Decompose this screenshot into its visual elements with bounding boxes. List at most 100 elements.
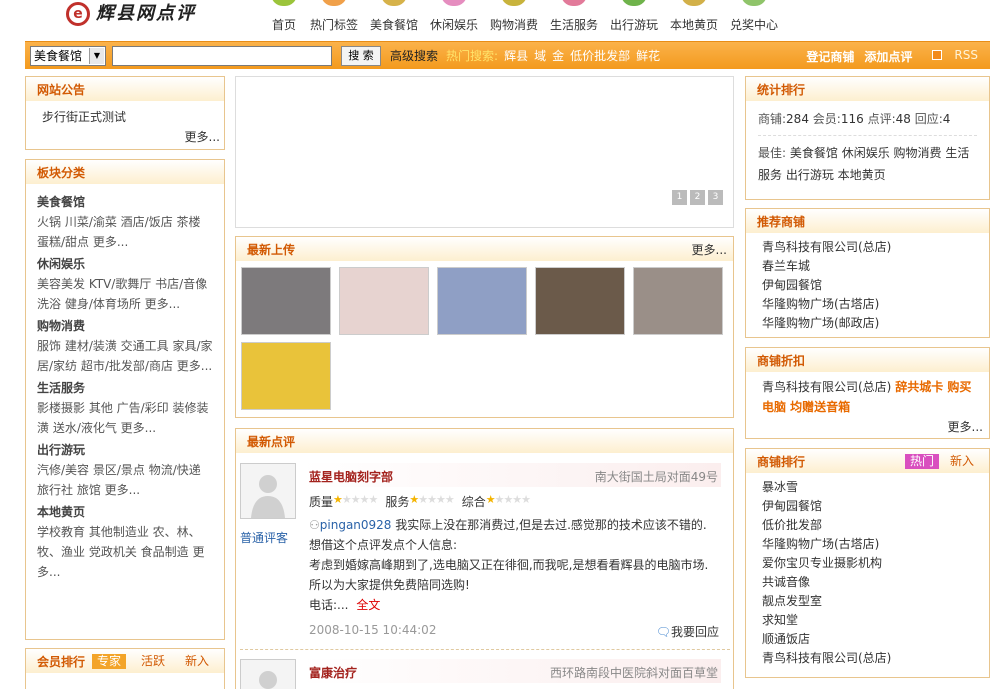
- hot-word-link[interactable]: 鲜花: [636, 49, 660, 63]
- nav-item-3[interactable]: 休闲娱乐: [424, 0, 484, 36]
- tab-new[interactable]: 新入: [180, 654, 214, 669]
- full-text-link[interactable]: 全文: [356, 598, 380, 612]
- nav-label: 生活服务: [549, 18, 599, 32]
- review-shop-link[interactable]: 蓝星电脑刻字部: [309, 468, 393, 485]
- notice-more-link[interactable]: 更多...: [42, 127, 220, 147]
- tab-hot[interactable]: 热门: [904, 454, 939, 469]
- ranked-shop-link[interactable]: 低价批发部: [762, 516, 973, 535]
- recommended-shop-link[interactable]: 春兰车城: [762, 257, 973, 276]
- ranked-shop-link[interactable]: 暴冰雪: [762, 478, 973, 497]
- nav-item-1[interactable]: 热门标签: [304, 0, 364, 36]
- nav-item-6[interactable]: 出行游玩: [604, 0, 664, 36]
- add-review-link[interactable]: 添加点评: [864, 48, 912, 65]
- category-links[interactable]: 服饰 建材/装潢 交通工具 家具/家居/家纺 超市/批发部/商店 更多...: [37, 336, 214, 376]
- search-button[interactable]: 搜 索: [341, 45, 381, 66]
- ranked-shop-link[interactable]: 共诚音像: [762, 573, 973, 592]
- review-user-link[interactable]: pingan0928: [320, 518, 392, 532]
- tab-active[interactable]: 活跃: [136, 654, 170, 669]
- category-select-value: 美食餐馆: [34, 49, 83, 63]
- service-stars: ★★★★★: [409, 493, 454, 506]
- search-input[interactable]: [112, 45, 332, 66]
- member-rank-tabs: 专家 活跃 新入: [82, 654, 214, 669]
- review-line-3: 考虑到婚嫁高峰期到了,选电脑又正在徘徊,而我呢,是想看看辉县的电脑市场.: [309, 558, 709, 572]
- ranked-shop-link[interactable]: 伊甸园餐馆: [762, 497, 973, 516]
- nav-item-2[interactable]: 美食餐馆: [364, 0, 424, 36]
- recommended-shop-link[interactable]: 华隆购物广场(古塔店): [762, 295, 973, 314]
- category-heading[interactable]: 本地黄页: [37, 502, 214, 522]
- slide-page-3[interactable]: 3: [708, 190, 723, 205]
- nav-item-7[interactable]: 本地黄页: [664, 0, 724, 36]
- recommended-panel: 推荐商铺 青鸟科技有限公司(总店) 春兰车城 伊甸园餐馆 华隆购物广场(古塔店) 华隆购…: [745, 208, 990, 338]
- recommended-shop-link[interactable]: 伊甸园餐馆: [762, 276, 973, 295]
- category-links[interactable]: 影楼摄影 其他 广告/彩印 装修装潢 送水/液化气 更多...: [37, 398, 214, 438]
- ranked-shop-link[interactable]: 靓点发型室: [762, 592, 973, 611]
- review-item: 富康治疗 西环路南段中医院斜对面百草堂: [236, 655, 733, 689]
- ranked-shop-link[interactable]: 爱你宝贝专业摄影机构: [762, 554, 973, 573]
- discount-more-link[interactable]: 更多...: [762, 417, 983, 437]
- ranked-shop-link[interactable]: 顺通饭店: [762, 630, 973, 649]
- nav-label: 本地黄页: [669, 18, 719, 32]
- tab-expert[interactable]: 专家: [91, 654, 126, 669]
- nav-item-8[interactable]: 兑奖中心: [724, 0, 784, 36]
- switch-panel-photo[interactable]: [535, 267, 625, 335]
- sign-numbers-photo[interactable]: [339, 267, 429, 335]
- stats-best: 最佳: 美食餐馆 休闲娱乐 购物消费 生活服务 出行游玩 本地黄页: [758, 142, 977, 186]
- shop-rank-tabs: 热门 新入: [895, 454, 979, 469]
- category-links[interactable]: 火锅 川菜/渝菜 酒店/饭店 茶楼 蛋糕/甜点 更多...: [37, 212, 214, 252]
- category-heading[interactable]: 休闲娱乐: [37, 254, 214, 274]
- ranked-shop-link[interactable]: 青鸟科技有限公司(总店): [762, 649, 973, 668]
- member-rank-panel: 会员排行 专家 活跃 新入: [25, 648, 225, 689]
- chevron-down-icon[interactable]: ▼: [89, 47, 104, 64]
- discount-title: 商铺折扣: [746, 348, 989, 372]
- nav-item-0[interactable]: 首页: [264, 0, 304, 36]
- reviewer-type: 普通评客: [240, 531, 289, 545]
- category-links[interactable]: 美容美发 KTV/歌舞厅 书店/音像 洗浴 健身/体育场所 更多...: [37, 274, 214, 314]
- category-heading[interactable]: 购物消费: [37, 316, 214, 336]
- hot-word-link[interactable]: 金: [552, 49, 564, 63]
- user-silhouette-icon: [259, 671, 277, 689]
- service-icon: [561, 0, 587, 6]
- slide-page-2[interactable]: 2: [690, 190, 705, 205]
- replies-count: 4: [942, 112, 951, 126]
- ranked-shop-link[interactable]: 求知堂: [762, 611, 973, 630]
- review-item: 普通评客 蓝星电脑刻字部 南大街国土局对面49号 质量 ★★★★★ 服务 ★★★…: [236, 455, 733, 645]
- hot-word-link[interactable]: 低价批发部: [570, 49, 630, 63]
- category-links[interactable]: 汽修/美容 景区/景点 物流/快递 旅行社 旅馆 更多...: [37, 460, 214, 500]
- category-select[interactable]: 美食餐馆 ▼: [30, 45, 106, 66]
- uploads-panel: 最新上传 更多...: [235, 236, 734, 418]
- recommended-shop-link[interactable]: 华隆购物广场(邮政店): [762, 314, 973, 333]
- ranked-shop-link[interactable]: 华隆购物广场(古塔店): [762, 535, 973, 554]
- uploads-more-link[interactable]: 更多...: [692, 237, 727, 263]
- stats-title: 统计排行: [746, 77, 989, 101]
- avatar[interactable]: [240, 659, 296, 689]
- site-logo[interactable]: e 辉县网点评: [66, 0, 206, 28]
- storefront-photo[interactable]: [241, 267, 331, 335]
- review-shop-link[interactable]: 富康治疗: [309, 664, 357, 681]
- category-heading[interactable]: 出行游玩: [37, 440, 214, 460]
- category-links[interactable]: 学校教育 其他制造业 农、林、牧、渔业 党政机关 食品制造 更多...: [37, 522, 214, 582]
- hot-word-link[interactable]: 辉县: [504, 49, 528, 63]
- reviews-count: 48: [895, 112, 911, 126]
- recommended-shop-link[interactable]: 青鸟科技有限公司(总店): [762, 238, 973, 257]
- nav-item-4[interactable]: 购物消费: [484, 0, 544, 36]
- reply-link[interactable]: 🗨我要回应: [656, 623, 719, 640]
- flyer-photo[interactable]: [241, 342, 331, 410]
- logo-sign-photo[interactable]: [437, 267, 527, 335]
- register-shop-link[interactable]: 登记商铺: [806, 48, 854, 65]
- shop-front-photo[interactable]: [633, 267, 723, 335]
- service-label: 服务: [385, 495, 410, 509]
- notice-item[interactable]: 步行街正式测试: [42, 107, 208, 127]
- tab-new-shops[interactable]: 新入: [945, 454, 979, 469]
- travel-icon: [621, 0, 647, 6]
- discount-shop-link[interactable]: 青鸟科技有限公司(总店): [762, 380, 891, 394]
- slide-page-1[interactable]: 1: [672, 190, 687, 205]
- category-heading[interactable]: 生活服务: [37, 378, 214, 398]
- hot-word-link[interactable]: 域: [534, 49, 546, 63]
- category-heading[interactable]: 美食餐馆: [37, 192, 214, 212]
- rss-link[interactable]: RSS: [922, 48, 978, 65]
- nav-item-5[interactable]: 生活服务: [544, 0, 604, 36]
- advanced-search-link[interactable]: 高级搜索: [390, 47, 438, 64]
- avatar[interactable]: [240, 463, 296, 519]
- best-categories[interactable]: 美食餐馆 休闲娱乐 购物消费 生活服务 出行游玩 本地黄页: [758, 146, 969, 182]
- user-silhouette-icon: [251, 475, 285, 518]
